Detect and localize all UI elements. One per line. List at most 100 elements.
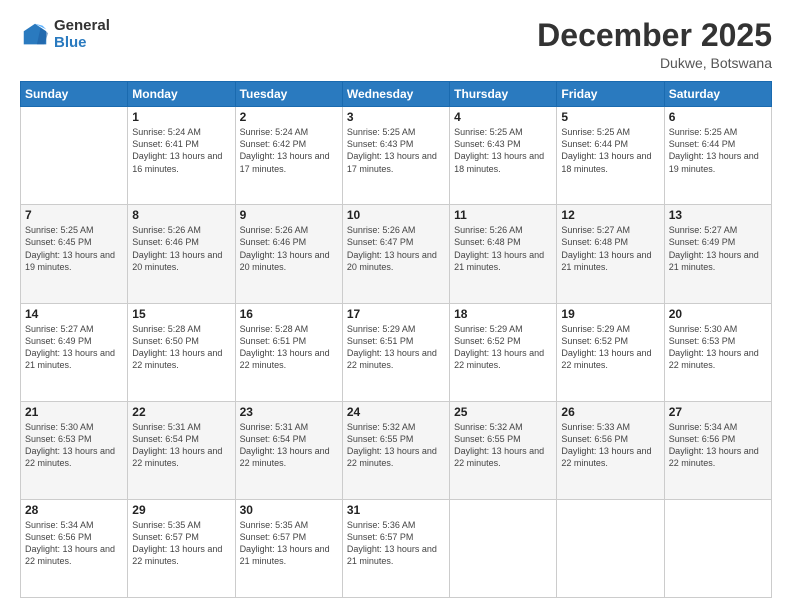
cell-info: Sunrise: 5:35 AMSunset: 6:57 PMDaylight:… [132, 520, 222, 566]
calendar-cell: 4 Sunrise: 5:25 AMSunset: 6:43 PMDayligh… [450, 107, 557, 205]
cell-info: Sunrise: 5:25 AMSunset: 6:43 PMDaylight:… [454, 127, 544, 173]
calendar-cell: 11 Sunrise: 5:26 AMSunset: 6:48 PMDaylig… [450, 205, 557, 303]
cell-info: Sunrise: 5:30 AMSunset: 6:53 PMDaylight:… [669, 324, 759, 370]
calendar-cell: 28 Sunrise: 5:34 AMSunset: 6:56 PMDaylig… [21, 499, 128, 597]
col-tuesday: Tuesday [235, 82, 342, 107]
calendar-cell: 30 Sunrise: 5:35 AMSunset: 6:57 PMDaylig… [235, 499, 342, 597]
cell-info: Sunrise: 5:26 AMSunset: 6:46 PMDaylight:… [132, 225, 222, 271]
calendar-cell: 15 Sunrise: 5:28 AMSunset: 6:50 PMDaylig… [128, 303, 235, 401]
page: General Blue December 2025 Dukwe, Botswa… [0, 0, 792, 612]
calendar-cell: 20 Sunrise: 5:30 AMSunset: 6:53 PMDaylig… [664, 303, 771, 401]
calendar-cell: 16 Sunrise: 5:28 AMSunset: 6:51 PMDaylig… [235, 303, 342, 401]
cell-info: Sunrise: 5:33 AMSunset: 6:56 PMDaylight:… [561, 422, 651, 468]
cell-date: 8 [132, 208, 230, 222]
cell-info: Sunrise: 5:32 AMSunset: 6:55 PMDaylight:… [454, 422, 544, 468]
cell-date: 26 [561, 405, 659, 419]
cell-date: 18 [454, 307, 552, 321]
col-saturday: Saturday [664, 82, 771, 107]
calendar-cell: 29 Sunrise: 5:35 AMSunset: 6:57 PMDaylig… [128, 499, 235, 597]
cell-date: 3 [347, 110, 445, 124]
cell-info: Sunrise: 5:28 AMSunset: 6:51 PMDaylight:… [240, 324, 330, 370]
cell-info: Sunrise: 5:24 AMSunset: 6:42 PMDaylight:… [240, 127, 330, 173]
calendar-cell: 9 Sunrise: 5:26 AMSunset: 6:46 PMDayligh… [235, 205, 342, 303]
cell-info: Sunrise: 5:25 AMSunset: 6:45 PMDaylight:… [25, 225, 115, 271]
calendar-week-row-0: 1 Sunrise: 5:24 AMSunset: 6:41 PMDayligh… [21, 107, 772, 205]
cell-info: Sunrise: 5:34 AMSunset: 6:56 PMDaylight:… [669, 422, 759, 468]
cell-info: Sunrise: 5:27 AMSunset: 6:49 PMDaylight:… [669, 225, 759, 271]
logo: General Blue [20, 18, 110, 51]
calendar-cell: 27 Sunrise: 5:34 AMSunset: 6:56 PMDaylig… [664, 401, 771, 499]
cell-info: Sunrise: 5:28 AMSunset: 6:50 PMDaylight:… [132, 324, 222, 370]
calendar-cell: 23 Sunrise: 5:31 AMSunset: 6:54 PMDaylig… [235, 401, 342, 499]
logo-icon [20, 20, 50, 50]
cell-date: 21 [25, 405, 123, 419]
cell-info: Sunrise: 5:31 AMSunset: 6:54 PMDaylight:… [240, 422, 330, 468]
cell-info: Sunrise: 5:26 AMSunset: 6:46 PMDaylight:… [240, 225, 330, 271]
cell-date: 10 [347, 208, 445, 222]
calendar-cell: 17 Sunrise: 5:29 AMSunset: 6:51 PMDaylig… [342, 303, 449, 401]
calendar-cell: 3 Sunrise: 5:25 AMSunset: 6:43 PMDayligh… [342, 107, 449, 205]
calendar-cell: 18 Sunrise: 5:29 AMSunset: 6:52 PMDaylig… [450, 303, 557, 401]
calendar-cell: 10 Sunrise: 5:26 AMSunset: 6:47 PMDaylig… [342, 205, 449, 303]
calendar-header-row: Sunday Monday Tuesday Wednesday Thursday… [21, 82, 772, 107]
cell-date: 12 [561, 208, 659, 222]
main-title: December 2025 [537, 18, 772, 53]
cell-info: Sunrise: 5:27 AMSunset: 6:49 PMDaylight:… [25, 324, 115, 370]
cell-info: Sunrise: 5:36 AMSunset: 6:57 PMDaylight:… [347, 520, 437, 566]
cell-date: 19 [561, 307, 659, 321]
cell-info: Sunrise: 5:26 AMSunset: 6:47 PMDaylight:… [347, 225, 437, 271]
cell-date: 15 [132, 307, 230, 321]
cell-date: 17 [347, 307, 445, 321]
cell-date: 30 [240, 503, 338, 517]
calendar-cell: 26 Sunrise: 5:33 AMSunset: 6:56 PMDaylig… [557, 401, 664, 499]
col-monday: Monday [128, 82, 235, 107]
cell-info: Sunrise: 5:24 AMSunset: 6:41 PMDaylight:… [132, 127, 222, 173]
cell-date: 28 [25, 503, 123, 517]
cell-info: Sunrise: 5:29 AMSunset: 6:52 PMDaylight:… [561, 324, 651, 370]
cell-date: 29 [132, 503, 230, 517]
cell-info: Sunrise: 5:25 AMSunset: 6:44 PMDaylight:… [669, 127, 759, 173]
calendar-cell: 5 Sunrise: 5:25 AMSunset: 6:44 PMDayligh… [557, 107, 664, 205]
cell-date: 24 [347, 405, 445, 419]
calendar-cell: 24 Sunrise: 5:32 AMSunset: 6:55 PMDaylig… [342, 401, 449, 499]
subtitle: Dukwe, Botswana [537, 55, 772, 71]
cell-info: Sunrise: 5:34 AMSunset: 6:56 PMDaylight:… [25, 520, 115, 566]
cell-date: 20 [669, 307, 767, 321]
cell-info: Sunrise: 5:31 AMSunset: 6:54 PMDaylight:… [132, 422, 222, 468]
cell-date: 23 [240, 405, 338, 419]
logo-text: General Blue [54, 18, 110, 51]
title-section: December 2025 Dukwe, Botswana [537, 18, 772, 71]
cell-date: 22 [132, 405, 230, 419]
cell-info: Sunrise: 5:35 AMSunset: 6:57 PMDaylight:… [240, 520, 330, 566]
calendar-table: Sunday Monday Tuesday Wednesday Thursday… [20, 81, 772, 598]
cell-date: 1 [132, 110, 230, 124]
cell-info: Sunrise: 5:25 AMSunset: 6:44 PMDaylight:… [561, 127, 651, 173]
logo-blue-label: Blue [54, 35, 110, 52]
cell-info: Sunrise: 5:32 AMSunset: 6:55 PMDaylight:… [347, 422, 437, 468]
calendar-cell [21, 107, 128, 205]
cell-info: Sunrise: 5:25 AMSunset: 6:43 PMDaylight:… [347, 127, 437, 173]
cell-date: 9 [240, 208, 338, 222]
cell-date: 16 [240, 307, 338, 321]
calendar-cell: 2 Sunrise: 5:24 AMSunset: 6:42 PMDayligh… [235, 107, 342, 205]
calendar-cell: 1 Sunrise: 5:24 AMSunset: 6:41 PMDayligh… [128, 107, 235, 205]
cell-info: Sunrise: 5:29 AMSunset: 6:51 PMDaylight:… [347, 324, 437, 370]
col-sunday: Sunday [21, 82, 128, 107]
cell-date: 13 [669, 208, 767, 222]
calendar-cell [557, 499, 664, 597]
cell-info: Sunrise: 5:30 AMSunset: 6:53 PMDaylight:… [25, 422, 115, 468]
cell-info: Sunrise: 5:29 AMSunset: 6:52 PMDaylight:… [454, 324, 544, 370]
col-wednesday: Wednesday [342, 82, 449, 107]
cell-date: 5 [561, 110, 659, 124]
calendar-cell: 6 Sunrise: 5:25 AMSunset: 6:44 PMDayligh… [664, 107, 771, 205]
cell-date: 27 [669, 405, 767, 419]
cell-date: 7 [25, 208, 123, 222]
cell-date: 14 [25, 307, 123, 321]
calendar-cell: 14 Sunrise: 5:27 AMSunset: 6:49 PMDaylig… [21, 303, 128, 401]
calendar-cell: 25 Sunrise: 5:32 AMSunset: 6:55 PMDaylig… [450, 401, 557, 499]
cell-date: 2 [240, 110, 338, 124]
calendar-cell: 12 Sunrise: 5:27 AMSunset: 6:48 PMDaylig… [557, 205, 664, 303]
calendar-week-row-2: 14 Sunrise: 5:27 AMSunset: 6:49 PMDaylig… [21, 303, 772, 401]
calendar-cell: 22 Sunrise: 5:31 AMSunset: 6:54 PMDaylig… [128, 401, 235, 499]
calendar-week-row-3: 21 Sunrise: 5:30 AMSunset: 6:53 PMDaylig… [21, 401, 772, 499]
